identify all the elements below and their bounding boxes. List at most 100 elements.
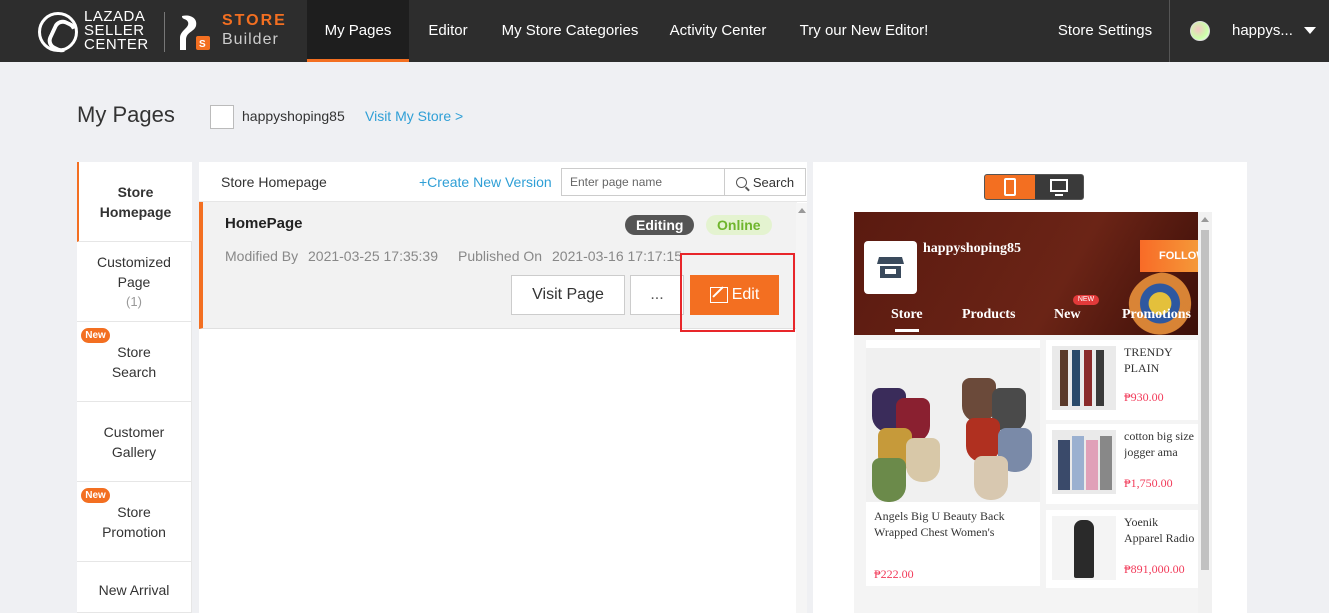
product-title: cotton big size jogger ama makapal tela bbox=[1124, 429, 1194, 459]
published-timestamp: 2021-03-16 17:17:15 bbox=[552, 248, 682, 264]
status-badge-online: Online bbox=[706, 215, 772, 235]
active-tab-indicator bbox=[895, 329, 919, 332]
featured-product-image bbox=[866, 348, 1040, 502]
preview-scrollbar[interactable] bbox=[1198, 212, 1212, 613]
new-badge: New bbox=[81, 488, 110, 503]
nav-separator bbox=[1169, 0, 1170, 62]
store-logo bbox=[864, 241, 917, 294]
sidebar-item-label: Store Search bbox=[111, 343, 157, 380]
product-image-item bbox=[1058, 440, 1070, 490]
preview-tab-new[interactable]: New bbox=[1054, 307, 1080, 323]
sidebar-item-customized-page[interactable]: Customized Page (1) bbox=[77, 242, 192, 322]
sidebar-item-new-arrival[interactable]: New Arrival bbox=[77, 562, 192, 613]
product-price: ₱891,000.00 bbox=[1124, 562, 1185, 576]
page-list-scrollbar[interactable] bbox=[796, 203, 807, 613]
search-icon bbox=[735, 176, 747, 188]
product-thumbnail bbox=[1052, 346, 1116, 410]
status-badge-editing: Editing bbox=[625, 215, 695, 235]
featured-product-price: ₱222.00 bbox=[874, 567, 914, 581]
preview-tab-products[interactable]: Products bbox=[962, 307, 1015, 323]
svg-text:S: S bbox=[199, 39, 206, 50]
lazada-logo-icon[interactable] bbox=[38, 12, 78, 52]
edit-highlight-box bbox=[680, 253, 795, 332]
product-image-item bbox=[1060, 350, 1068, 406]
product-image-item bbox=[974, 456, 1008, 500]
sidebar-item-store-search[interactable]: New Store Search bbox=[77, 322, 192, 402]
product-price: ₱930.00 bbox=[1124, 390, 1164, 404]
create-new-version-link[interactable]: +Create New Version bbox=[419, 174, 552, 190]
lazada-seller-center-logo[interactable]: LAZADA SELLER CENTER bbox=[84, 9, 149, 53]
page-name: HomePage bbox=[225, 215, 303, 232]
new-badge: New bbox=[81, 328, 110, 343]
nav-editor[interactable]: Editor bbox=[409, 0, 487, 62]
sidebar-item-store-promotion[interactable]: New Store Promotion bbox=[77, 482, 192, 562]
product-image-item bbox=[1086, 440, 1098, 490]
scrollbar-thumb[interactable] bbox=[1201, 230, 1209, 570]
product-card[interactable]: Yoenik Apparel Radio Dress Black ₱891,00… bbox=[1046, 510, 1198, 588]
chevron-down-icon[interactable] bbox=[1304, 27, 1316, 34]
more-options-button[interactable]: ... bbox=[630, 275, 684, 315]
sidebar-item-count: (1) bbox=[126, 293, 142, 309]
product-card[interactable]: TRENDY PLAIN LEGGINGS *3 ₱930.00 bbox=[1046, 340, 1198, 420]
sidebar-item-store-homepage[interactable]: Store Homepage bbox=[77, 162, 192, 242]
visit-my-store-link[interactable]: Visit My Store > bbox=[365, 108, 463, 124]
product-image-item bbox=[1096, 350, 1104, 406]
preview-tab-store[interactable]: Store bbox=[891, 307, 923, 323]
scroll-up-arrow-icon[interactable] bbox=[1201, 217, 1209, 222]
logo-line: CENTER bbox=[84, 36, 149, 53]
nav-activity-center[interactable]: Activity Center bbox=[653, 0, 783, 62]
modified-timestamp: 2021-03-25 17:35:39 bbox=[308, 248, 438, 264]
logo-divider bbox=[164, 12, 165, 52]
preview-new-badge: NEW bbox=[1073, 295, 1099, 305]
product-thumbnail bbox=[1052, 430, 1116, 494]
top-navigation-bar: LAZADA SELLER CENTER S STORE Builder My … bbox=[0, 0, 1329, 62]
product-image-item bbox=[962, 378, 996, 422]
mobile-icon bbox=[1004, 178, 1016, 196]
store-builder-icon: S bbox=[180, 15, 210, 50]
page-type-sidebar: Store Homepage Customized Page (1) New S… bbox=[77, 162, 192, 613]
product-image-item bbox=[1072, 350, 1080, 406]
product-title: Yoenik Apparel Radio Dress Black bbox=[1124, 515, 1195, 545]
scroll-up-arrow-icon[interactable] bbox=[798, 208, 806, 213]
nav-my-pages[interactable]: My Pages bbox=[307, 0, 409, 62]
search-button[interactable]: Search bbox=[724, 168, 806, 196]
page-name-search-input[interactable] bbox=[561, 168, 725, 196]
sidebar-item-label: Store Promotion bbox=[102, 503, 166, 540]
page-list-title: Store Homepage bbox=[221, 174, 327, 190]
store-builder-line2: Builder bbox=[222, 31, 279, 48]
store-preview-panel: happyshoping85 FOLLOW Store Products New… bbox=[813, 162, 1247, 613]
product-image-item bbox=[1100, 436, 1112, 490]
user-avatar[interactable] bbox=[1190, 21, 1210, 41]
mobile-view-button[interactable] bbox=[985, 175, 1035, 199]
sidebar-item-label: Customized Page bbox=[97, 253, 171, 290]
product-image-item bbox=[1084, 350, 1092, 406]
store-name: happyshoping85 bbox=[242, 108, 345, 124]
desktop-icon[interactable] bbox=[1050, 179, 1068, 196]
user-name[interactable]: happys... bbox=[1232, 0, 1293, 62]
modified-by-label: Modified By bbox=[225, 248, 299, 264]
preview-tab-promotions[interactable]: Promotions bbox=[1122, 307, 1191, 323]
sidebar-item-label: New Arrival bbox=[98, 582, 170, 598]
product-image-item bbox=[906, 438, 940, 482]
shop-icon bbox=[877, 257, 904, 278]
mobile-preview-screen: happyshoping85 FOLLOW Store Products New… bbox=[854, 212, 1198, 613]
sidebar-item-customer-gallery[interactable]: Customer Gallery bbox=[77, 402, 192, 482]
product-card[interactable]: cotton big size jogger ama makapal tela … bbox=[1046, 424, 1198, 504]
nav-store-settings[interactable]: Store Settings bbox=[1046, 0, 1164, 62]
follow-button[interactable]: FOLLOW bbox=[1140, 240, 1198, 272]
featured-product-card[interactable]: Angels Big U Beauty Back Wrapped Chest W… bbox=[866, 340, 1040, 586]
page-list-panel: Store Homepage +Create New Version Searc… bbox=[199, 162, 807, 613]
store-banner: happyshoping85 FOLLOW Store Products New… bbox=[854, 212, 1198, 342]
device-toggle bbox=[984, 174, 1084, 200]
store-builder-logo[interactable]: STORE Builder bbox=[222, 11, 287, 49]
nav-try-new-editor[interactable]: Try our New Editor! bbox=[783, 0, 945, 62]
visit-page-button[interactable]: Visit Page bbox=[511, 275, 625, 315]
product-image-item bbox=[1074, 520, 1094, 578]
sidebar-item-label: Store Homepage bbox=[99, 183, 172, 220]
store-builder-line1: STORE bbox=[222, 12, 287, 29]
featured-product-title: Angels Big U Beauty Back Wrapped Chest W… bbox=[874, 509, 1005, 539]
page-title: My Pages bbox=[77, 102, 175, 127]
store-checkbox[interactable] bbox=[210, 105, 234, 129]
product-thumbnail bbox=[1052, 516, 1116, 580]
nav-my-store-categories[interactable]: My Store Categories bbox=[487, 0, 653, 62]
